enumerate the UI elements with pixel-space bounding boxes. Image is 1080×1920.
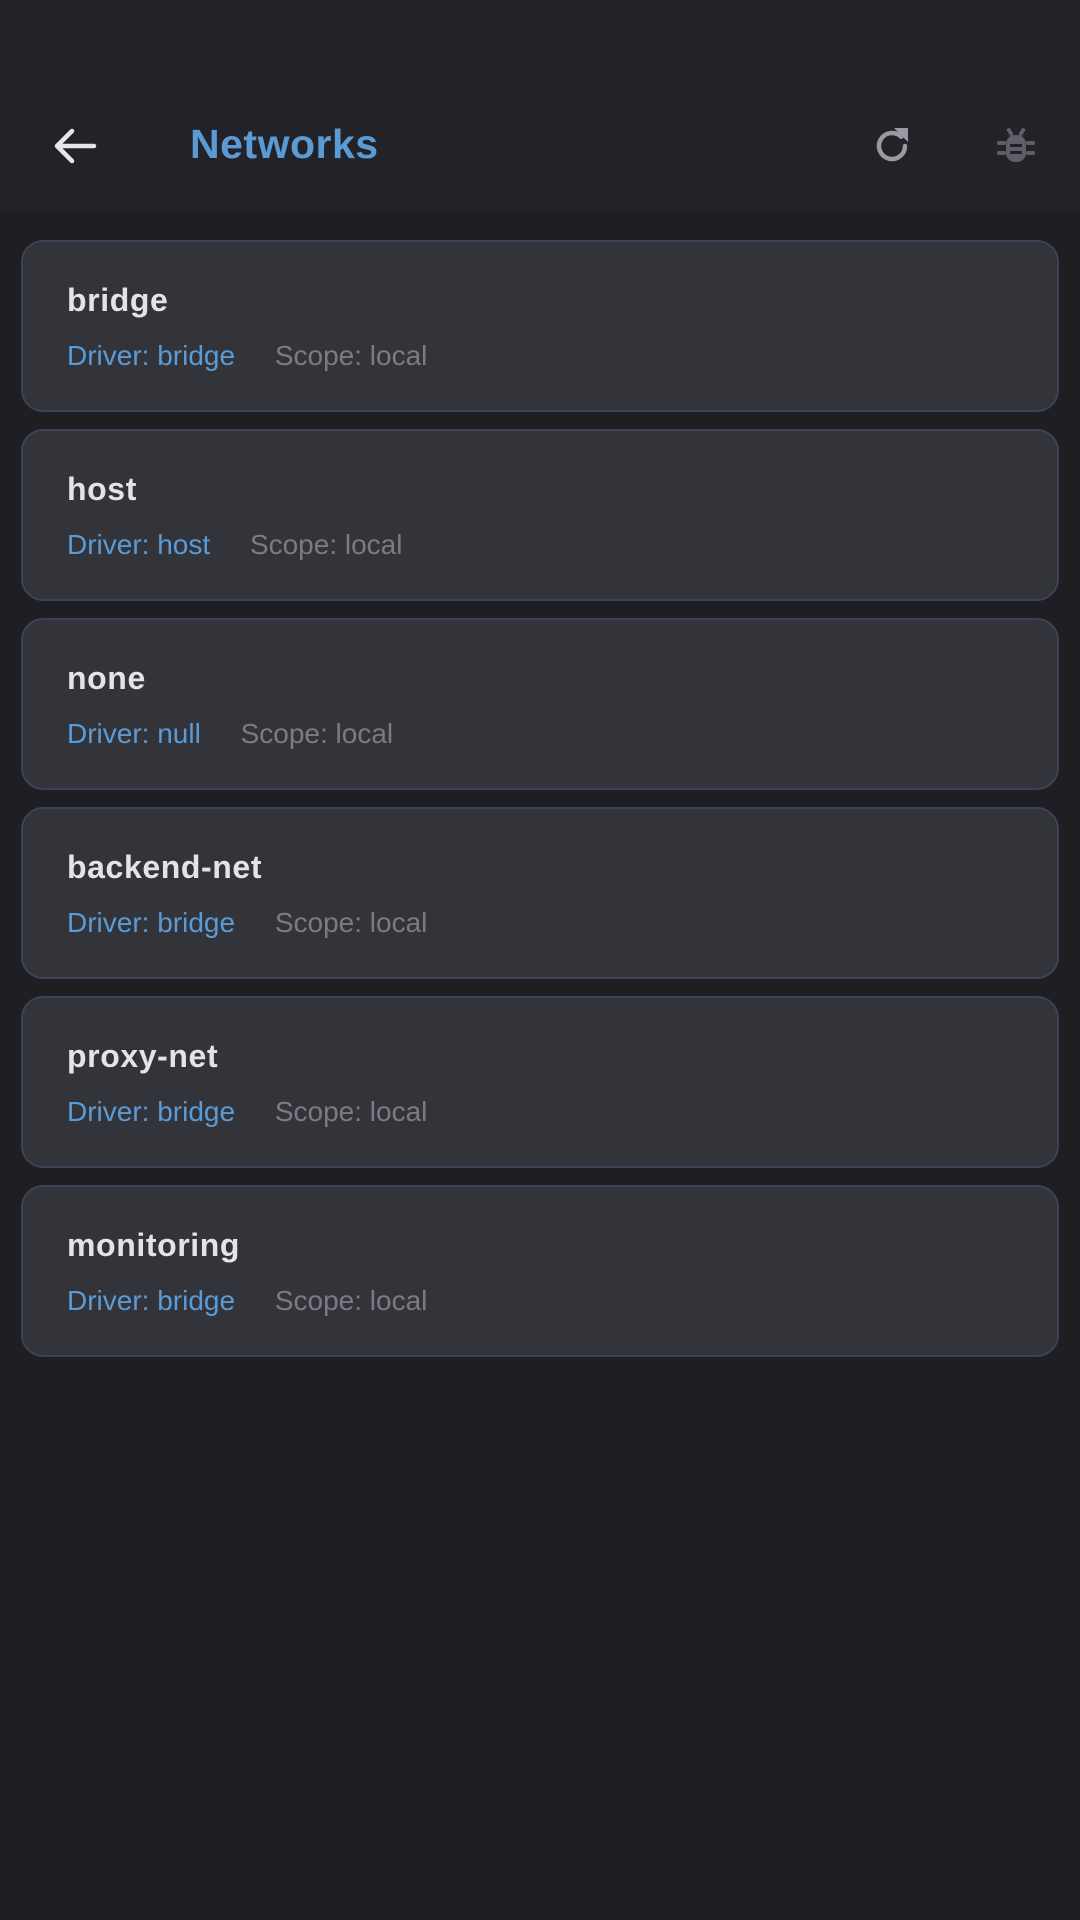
debug-button[interactable] [970, 100, 1062, 192]
network-card[interactable]: backend-net Driver: bridge Scope: local [21, 807, 1059, 979]
status-bar [0, 0, 1080, 64]
bug-icon [997, 128, 1035, 162]
page-title: Networks [190, 121, 379, 167]
network-meta: Driver: null Scope: local [67, 716, 393, 752]
network-name: backend-net [67, 849, 263, 885]
network-card[interactable]: bridge Driver: bridge Scope: local [21, 240, 1059, 412]
network-scope: Scope: local [274, 907, 428, 938]
network-driver: Driver: host [67, 529, 211, 560]
network-meta: Driver: bridge Scope: local [67, 905, 427, 941]
arrow-left-icon [54, 128, 97, 164]
network-card[interactable]: none Driver: null Scope: local [21, 618, 1059, 790]
network-name: host [67, 471, 137, 507]
network-scope: Scope: local [240, 718, 394, 749]
network-meta: Driver: bridge Scope: local [67, 338, 427, 374]
network-card[interactable]: proxy-net Driver: bridge Scope: local [21, 996, 1059, 1168]
network-driver: Driver: bridge [67, 907, 236, 938]
network-meta: Driver: bridge Scope: local [67, 1283, 427, 1319]
refresh-icon [876, 128, 908, 162]
network-list: bridge Driver: bridge Scope: local host … [21, 240, 1059, 1374]
network-meta: Driver: host Scope: local [67, 527, 402, 563]
network-meta: Driver: bridge Scope: local [67, 1094, 427, 1130]
network-driver: Driver: null [67, 718, 201, 749]
networks-screen: Networks bridge Driver: bridge Scope: lo… [0, 0, 1080, 1920]
back-button[interactable] [28, 100, 120, 192]
network-name: none [67, 660, 146, 696]
network-driver: Driver: bridge [67, 340, 236, 371]
refresh-button[interactable] [846, 100, 938, 192]
network-scope: Scope: local [274, 1285, 428, 1316]
network-scope: Scope: local [274, 340, 428, 371]
network-name: bridge [67, 282, 169, 318]
network-name: monitoring [67, 1227, 241, 1263]
network-name: proxy-net [67, 1038, 219, 1074]
app-bar: Networks [0, 64, 1080, 210]
network-card[interactable]: monitoring Driver: bridge Scope: local [21, 1185, 1059, 1357]
network-driver: Driver: bridge [67, 1285, 236, 1316]
network-card[interactable]: host Driver: host Scope: local [21, 429, 1059, 601]
network-driver: Driver: bridge [67, 1096, 236, 1127]
network-scope: Scope: local [249, 529, 403, 560]
network-scope: Scope: local [274, 1096, 428, 1127]
